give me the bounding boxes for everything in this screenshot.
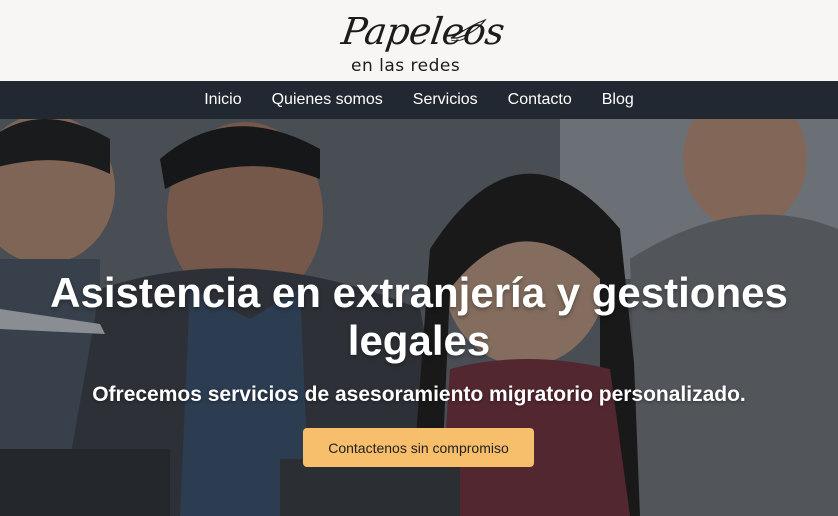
- nav-item-contacto[interactable]: Contacto: [508, 91, 572, 109]
- main-navigation: Inicio Quienes somos Servicios Contacto …: [0, 81, 838, 119]
- quill-pen-icon: [450, 18, 487, 41]
- nav-item-blog[interactable]: Blog: [602, 91, 634, 109]
- hero-banner: Asistencia en extranjería y gestiones le…: [0, 119, 838, 516]
- nav-item-inicio[interactable]: Inicio: [204, 91, 241, 109]
- hero-subtitle: Ofrecemos servicios de asesoramiento mig…: [92, 383, 746, 406]
- logo-subtitle: en las redes: [351, 55, 461, 76]
- contact-cta-button[interactable]: Contactenos sin compromiso: [303, 428, 534, 467]
- site-logo[interactable]: Papeleos en las redes: [339, 6, 507, 80]
- nav-item-quienes-somos[interactable]: Quienes somos: [272, 91, 383, 109]
- nav-item-servicios[interactable]: Servicios: [413, 91, 478, 109]
- hero-title: Asistencia en extranjería y gestiones le…: [50, 269, 788, 364]
- site-header: Papeleos en las redes: [0, 0, 838, 81]
